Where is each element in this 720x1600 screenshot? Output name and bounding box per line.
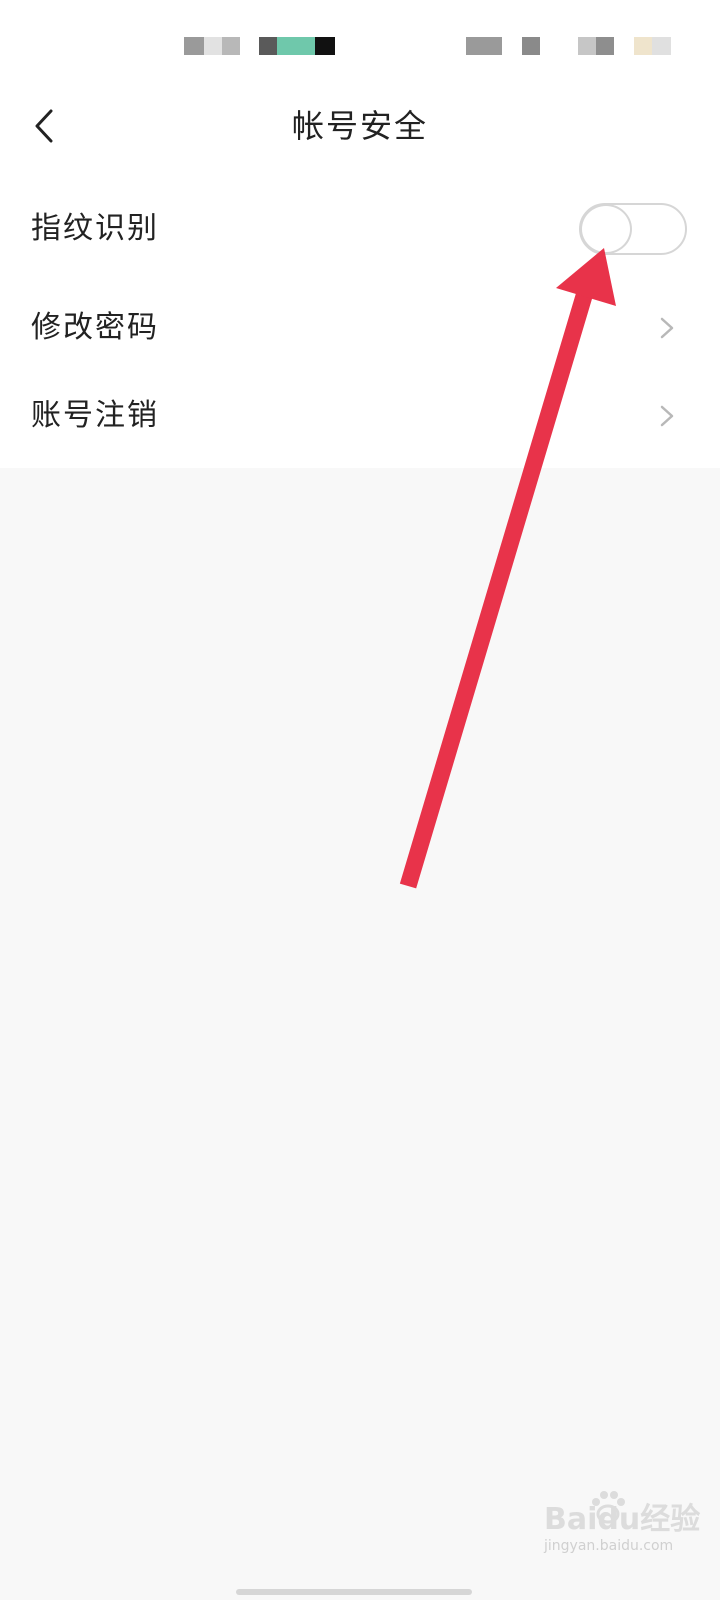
chevron-right-icon <box>660 317 674 339</box>
toggle-knob <box>580 204 632 254</box>
status-bar-pixel <box>277 37 315 55</box>
page-title: 帐号安全 <box>291 107 428 145</box>
status-bar-pixel <box>259 37 277 55</box>
row-fingerprint[interactable]: 指纹识别 <box>0 184 720 274</box>
status-bar-pixel <box>578 37 596 55</box>
row-account-cancellation[interactable]: 账号注销 <box>0 371 720 461</box>
status-bar-pixel <box>184 37 204 55</box>
status-bar-pixel <box>522 37 540 55</box>
row-label: 修改密码 <box>31 310 159 345</box>
home-indicator[interactable] <box>236 1589 472 1595</box>
status-bar-pixel <box>222 37 240 55</box>
status-bar-pixel <box>204 37 222 55</box>
status-bar-pixel <box>652 37 671 55</box>
watermark-brand: Baidu经验 <box>544 1502 701 1537</box>
row-label: 账号注销 <box>31 398 159 433</box>
fingerprint-toggle[interactable] <box>579 203 687 255</box>
row-change-password[interactable]: 修改密码 <box>0 283 720 373</box>
status-bar-pixel <box>466 37 502 55</box>
status-bar-pixel <box>596 37 614 55</box>
baidu-watermark: Baidu经验 jingyan.baidu.com <box>540 1491 710 1564</box>
row-label: 指纹识别 <box>31 211 159 246</box>
chevron-right-icon <box>660 405 674 427</box>
status-bar-pixel <box>634 37 652 55</box>
status-bar-pixel <box>315 37 335 55</box>
status-bar <box>0 0 720 90</box>
watermark-url: jingyan.baidu.com <box>544 1538 674 1554</box>
